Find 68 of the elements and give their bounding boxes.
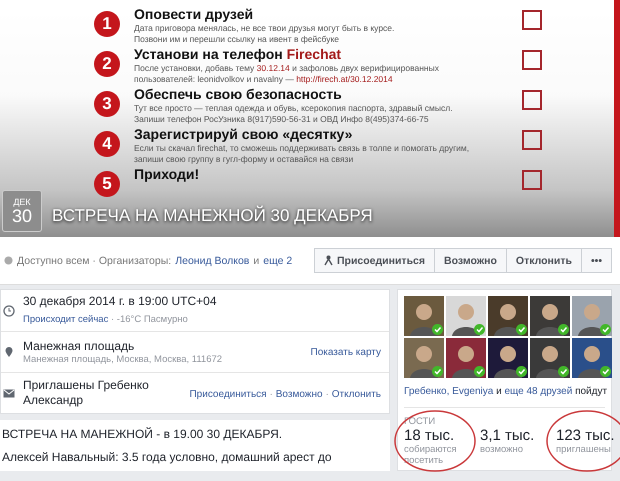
guest-label: собираются посетить <box>404 444 458 466</box>
step-title: Обеспечь свою безопасность <box>134 86 343 103</box>
badge-day: 30 <box>12 206 32 226</box>
step-title: Оповести друзей <box>134 6 254 23</box>
friend-avatar[interactable] <box>572 338 612 378</box>
guest-label: приглашены <box>556 444 612 455</box>
status-link[interactable]: Происходит сейчас <box>23 314 108 325</box>
event-title: ВСТРЕЧА НА МАНЕЖНОЙ 30 ДЕКАБРЯ <box>52 206 373 226</box>
friend-avatar[interactable] <box>488 338 528 378</box>
step-text: Если ты скачал firechat, то сможешь поддерживать связь в толпе и помогать другим, <box>134 143 470 154</box>
friend-avatar[interactable] <box>404 338 444 378</box>
rsvp-link[interactable]: Присоединиться <box>189 389 267 400</box>
rsvp-link[interactable]: Возможно <box>276 389 323 400</box>
response-button[interactable]: Отклонить <box>506 248 582 273</box>
going-text: пойдут <box>575 386 608 397</box>
step-number: 4 <box>94 131 120 157</box>
separator-dot: · <box>270 389 273 400</box>
step-text: Запиши телефон РосУзника 8(917)590-56-31 и ОВД Инфо 8(495)374-66-75 <box>134 114 430 125</box>
person-icon <box>324 255 333 266</box>
guest-count[interactable]: 3,1 тыс. <box>480 427 542 444</box>
description-text: Алексей Навальный: 3.5 года условно, домашний арест до <box>2 450 333 464</box>
badge-month: ДЕК <box>13 196 31 206</box>
organizer-link[interactable]: Леонид Волков <box>175 254 250 266</box>
detail-title: Манежная площадь <box>23 339 136 354</box>
friend-avatar[interactable] <box>530 296 570 336</box>
more-friends-link[interactable]: еще 48 друзей <box>504 386 572 397</box>
conjunction-text: и <box>253 254 260 266</box>
step-number: 3 <box>94 91 120 117</box>
step-number: 5 <box>94 171 120 197</box>
address-text: Манежная площадь, Москва, Москва, 111672 <box>23 354 224 365</box>
conjunction-text: и <box>496 386 502 397</box>
step-number: 2 <box>94 51 120 77</box>
friends-link[interactable]: Гребенко, Evgeniya <box>404 386 494 397</box>
show-map-link[interactable]: Показать карту <box>310 346 381 358</box>
friend-avatar[interactable] <box>404 296 444 336</box>
privacy-text: Доступно всем · Организаторы: <box>17 254 172 266</box>
more-button[interactable]: ••• <box>580 248 612 273</box>
detail-title: Приглашены Гребенко Александр <box>23 378 150 408</box>
friend-avatar[interactable] <box>572 296 612 336</box>
step-text: После установки, добавь тему 30.12.14 и зафоловь двух верифицированных <box>134 63 440 74</box>
step-text: Тут все просто — теплая одежда и обувь, ксерокопия паспорта, здравый смысл. <box>134 103 454 114</box>
step-number: 1 <box>94 11 120 37</box>
step-text: Дата приговора менялась, не все твои друзья могут быть в курсе. <box>134 23 396 34</box>
guests-heading: ГОСТИ <box>404 416 436 427</box>
more-organizers-link[interactable]: еще 2 <box>263 254 292 266</box>
step-title: Установи на телефон Firechat <box>134 46 342 63</box>
step-title: Зарегистрируй свою «десятку» <box>134 126 354 143</box>
guest-label: возможно <box>480 444 524 455</box>
step-text: пользователей: leonidvolkov и navalny — http://firech.at/30.12.2014 <box>134 74 394 85</box>
step-title: Приходи! <box>134 166 200 183</box>
friend-avatar[interactable] <box>530 338 570 378</box>
rsvp-link[interactable]: Отклонить <box>332 389 381 400</box>
weather-text: · -16°C Пасмурно <box>110 314 188 325</box>
response-button[interactable]: Возможно <box>434 248 507 273</box>
step-text: запиши свою группу в гугл-форму и оставайся на связи <box>134 154 354 165</box>
map-pin-icon <box>3 346 15 358</box>
guest-count[interactable]: 123 тыс. <box>556 427 618 444</box>
join-button[interactable]: Присоединиться <box>314 248 435 273</box>
friend-avatar[interactable] <box>446 338 486 378</box>
friend-avatar[interactable] <box>488 296 528 336</box>
separator-dot: · <box>326 389 329 400</box>
envelope-icon <box>3 387 15 399</box>
guest-count[interactable]: 18 тыс. <box>404 427 466 444</box>
step-text: Позвони им и перешли ссылку на ивент в фейсбуке <box>134 34 340 45</box>
clock-icon <box>3 304 15 316</box>
friend-avatar[interactable] <box>446 296 486 336</box>
description-text: ВСТРЕЧА НА МАНЕЖНОЙ - в 19.00 30 ДЕКАБРЯ. <box>2 427 284 441</box>
detail-title: 30 декабря 2014 г. в 19:00 UTC+04 <box>23 294 218 309</box>
